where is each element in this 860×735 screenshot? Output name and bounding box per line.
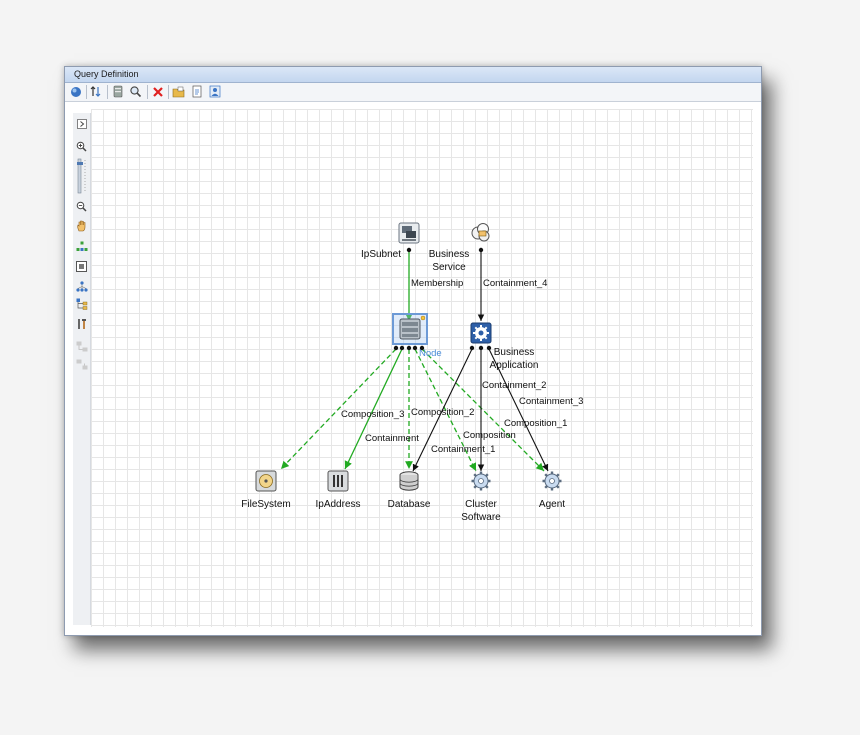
- tree-icon[interactable]: [74, 297, 89, 311]
- ipaddress-node[interactable]: [327, 470, 349, 492]
- filesystem-node[interactable]: [255, 470, 277, 492]
- tools-icon[interactable]: [74, 317, 89, 331]
- composition-label: Composition: [463, 430, 516, 441]
- node-node[interactable]: [392, 313, 428, 345]
- layout-icon[interactable]: [74, 239, 89, 253]
- window-titlebar: Query Definition: [65, 67, 761, 83]
- filesystem-label: FileSystem: [241, 499, 291, 510]
- query-definition-window: Query Definition IpSubnet Business Servi…: [64, 66, 762, 636]
- cog-icon: [471, 471, 491, 491]
- ip-address-icon: [327, 470, 349, 492]
- containment-3-label: Containment_3: [519, 396, 584, 407]
- search-icon[interactable]: [128, 84, 143, 99]
- composition-2-label: Composition_2: [411, 407, 475, 418]
- cog-icon: [542, 471, 562, 491]
- zoom-in-icon[interactable]: [74, 139, 89, 153]
- node-label: Node: [419, 348, 442, 359]
- window-title: Query Definition: [74, 69, 139, 79]
- hard-disk-icon: [255, 470, 277, 492]
- zoom-slider-icon[interactable]: [74, 157, 89, 195]
- ipsubnet-node[interactable]: [398, 222, 420, 244]
- query-canvas[interactable]: IpSubnet Business Service Node Business …: [91, 109, 753, 627]
- containment-4-label: Containment_4: [483, 278, 548, 289]
- globe-icon[interactable]: [68, 84, 83, 99]
- pan-hand-icon[interactable]: [74, 219, 89, 233]
- containment-label: Containment: [365, 433, 419, 444]
- gear-icon: [470, 322, 492, 344]
- expand-icon[interactable]: [74, 117, 89, 131]
- agent-label: Agent: [538, 499, 566, 510]
- business-application-node[interactable]: [470, 322, 492, 344]
- cluster-software-label: Cluster Software: [461, 499, 501, 523]
- disabled-icon: [74, 339, 89, 353]
- hierarchy-icon[interactable]: [74, 279, 89, 293]
- canvas-sidebar: [73, 113, 91, 625]
- toolbar: [65, 83, 761, 102]
- disabled-icon: [74, 357, 89, 371]
- server-icon: [399, 315, 426, 340]
- export-icon[interactable]: [189, 84, 204, 99]
- user-icon[interactable]: [207, 84, 222, 99]
- delete-icon[interactable]: [150, 84, 165, 99]
- fit-icon[interactable]: [74, 259, 89, 273]
- database-icon[interactable]: [110, 84, 125, 99]
- composition-3-label: Composition_3: [341, 409, 405, 420]
- relationship-edges: [280, 247, 549, 472]
- database-label: Database: [387, 499, 431, 510]
- sort-icon[interactable]: [89, 84, 104, 99]
- ipsubnet-label: IpSubnet: [360, 249, 402, 260]
- ipsubnet-icon: [398, 222, 420, 244]
- containment-2-label: Containment_2: [482, 380, 547, 391]
- business-service-label: Business Service: [428, 249, 470, 273]
- database-node[interactable]: [398, 470, 420, 492]
- cluster-software-node[interactable]: [470, 470, 492, 492]
- business-service-icon: [471, 223, 490, 242]
- zoom-out-icon[interactable]: [74, 199, 89, 213]
- business-application-label: Business Application: [489, 347, 539, 371]
- agent-node[interactable]: [541, 470, 563, 492]
- composition-1-label: Composition_1: [504, 418, 568, 429]
- containment-1-label: Containment_1: [431, 444, 496, 455]
- ipaddress-label: IpAddress: [315, 499, 361, 510]
- folder-icon[interactable]: [171, 84, 186, 99]
- membership-label: Membership: [411, 278, 464, 289]
- business-service-node[interactable]: [470, 222, 492, 244]
- database-icon: [399, 471, 419, 491]
